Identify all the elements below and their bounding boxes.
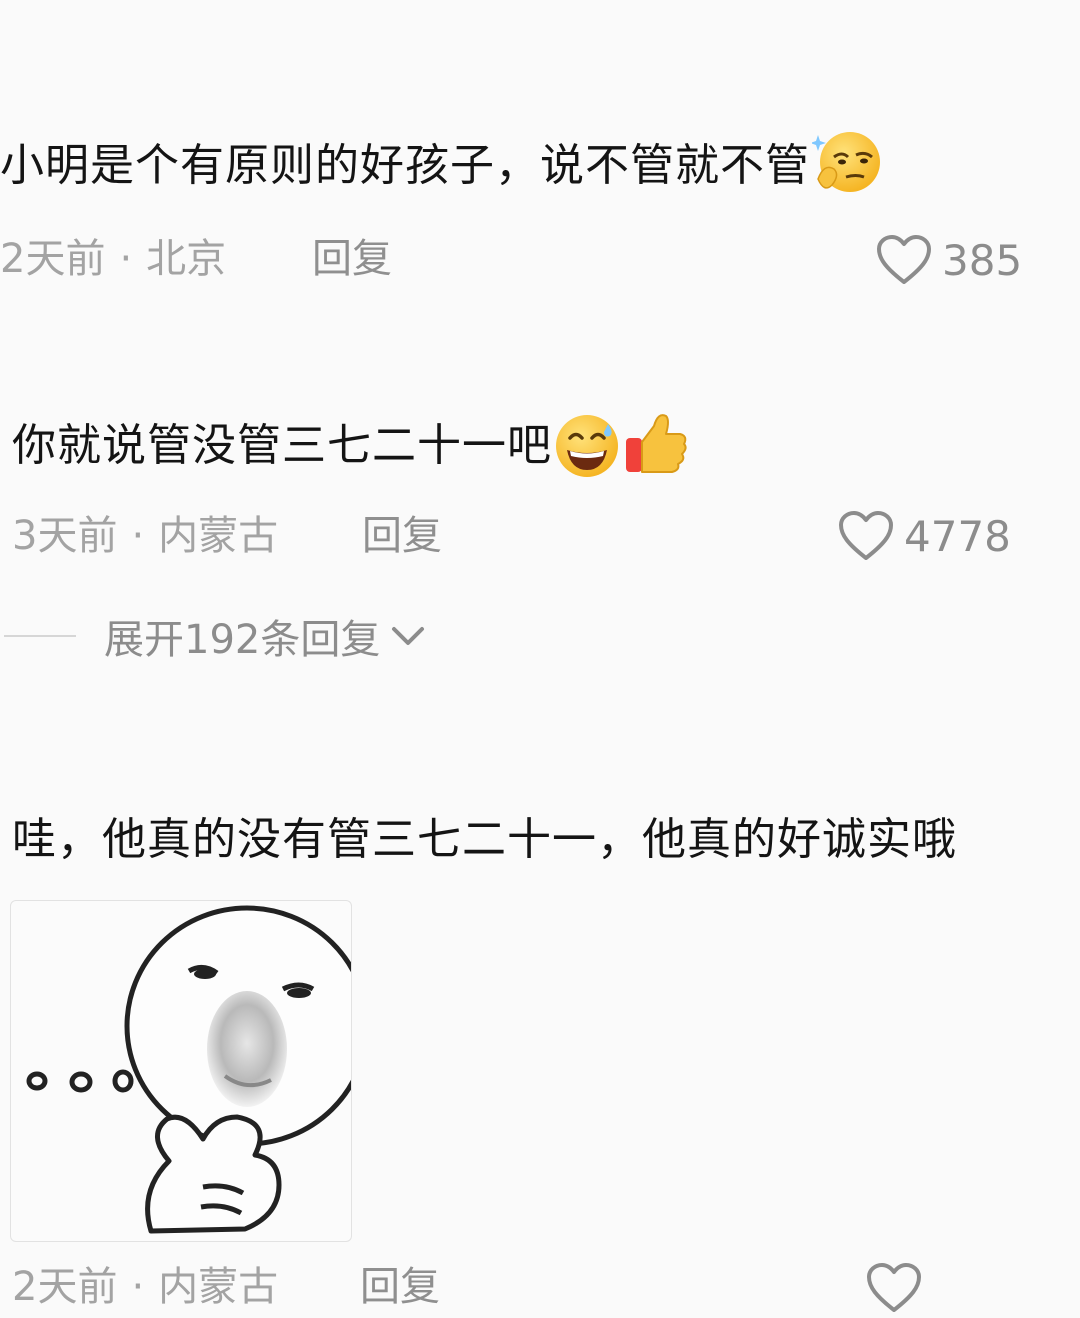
comment-location: 内蒙古	[158, 513, 279, 559]
comment-location: 内蒙古	[158, 1264, 279, 1310]
comment-time: 2天前	[12, 1264, 118, 1310]
comment-time: 2天前	[0, 236, 106, 282]
comment-text: 小明是个有原则的好孩子，说不管就不管	[0, 132, 882, 199]
comment-time: 3天前	[12, 513, 118, 559]
like-count: 385	[942, 235, 1023, 285]
like-count: 4778	[904, 511, 1011, 561]
meta-separator: ·	[131, 513, 145, 559]
thinking-face-meme-image	[26, 905, 351, 1234]
heart-outline-icon	[867, 1263, 921, 1312]
chevron-down-icon	[392, 627, 425, 645]
like-button[interactable]: 385	[876, 230, 1022, 290]
comment-text: 你就说管没管三七二十一吧	[12, 414, 692, 480]
comment-text-content: 你就说管没管三七二十一吧	[12, 420, 552, 471]
smirk-thinking-emoji	[812, 132, 880, 192]
comment-meta: 3天前 · 内蒙古	[12, 511, 278, 561]
heart-outline-icon	[877, 235, 931, 284]
heart-outline-icon	[839, 511, 893, 560]
comment-meta: 2天前 · 北京	[0, 234, 226, 284]
reply-button[interactable]: 回复	[312, 234, 392, 284]
divider-line	[4, 635, 76, 637]
reply-button[interactable]: 回复	[362, 511, 442, 561]
like-button[interactable]: 4778	[838, 506, 1011, 566]
expand-replies-label: 展开192条回复	[104, 617, 381, 663]
reply-button[interactable]: 回复	[360, 1262, 440, 1312]
meta-separator: ·	[119, 236, 133, 282]
like-button[interactable]	[866, 1258, 922, 1318]
grinning-sweat-emoji	[556, 415, 618, 477]
comment-text: 哇，他真的没有管三七二十一，他真的好诚实哦	[12, 814, 957, 865]
thinking-face-meme-sticker[interactable]	[10, 900, 352, 1242]
comment-text-content: 小明是个有原则的好孩子，说不管就不管	[0, 140, 810, 191]
comment-location: 北京	[146, 236, 227, 282]
thumbs-up-emoji	[626, 414, 687, 473]
comment-meta: 2天前 · 内蒙古	[12, 1262, 278, 1312]
meta-separator: ·	[131, 1264, 145, 1310]
expand-replies-button[interactable]: 展开192条回复	[0, 608, 428, 664]
